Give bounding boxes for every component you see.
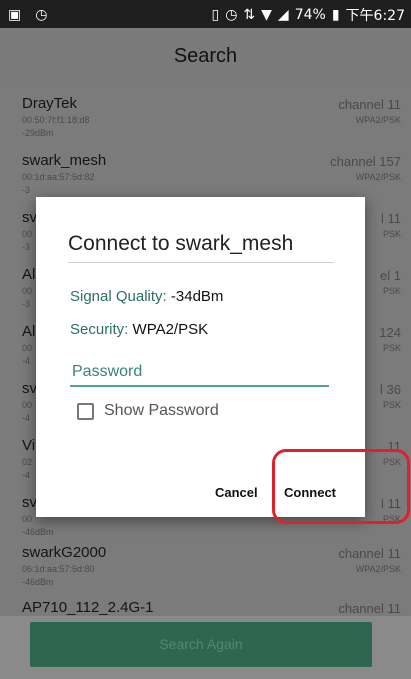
network-signal: -46dBm <box>22 527 54 537</box>
signal-quality-label: Signal Quality: <box>70 288 171 305</box>
network-ssid: swarkG2000 <box>22 544 107 561</box>
network-channel: channel 11 <box>338 601 401 616</box>
network-security: WPA2/PSK <box>355 115 401 125</box>
data-arrows-icon: ⇅ <box>243 7 256 23</box>
search-again-button[interactable]: Search Again <box>30 622 372 667</box>
dialog-title: Connect to swark_mesh <box>68 232 294 255</box>
connect-dialog: Connect to swark_mesh Signal Quality: -3… <box>36 197 365 517</box>
image-icon: ▣ <box>8 6 22 22</box>
network-channel: channel 11 <box>338 546 401 561</box>
password-input[interactable] <box>70 361 329 387</box>
show-password-toggle[interactable]: Show Password <box>77 402 219 420</box>
network-channel: channel 157 <box>330 154 401 169</box>
network-channel: l 36 <box>380 382 401 397</box>
network-mac: 00 <box>22 343 33 353</box>
network-ssid: DrayTek <box>22 95 78 112</box>
network-mac: 00:50:7f:f1:18:d8 <box>22 115 90 125</box>
page-title: Search <box>173 45 238 67</box>
network-channel: 124 <box>379 325 401 340</box>
dialog-divider <box>68 262 334 263</box>
network-security: PSK <box>382 457 401 467</box>
network-mac: 00:1d:aa:57:5d:82 <box>22 172 95 182</box>
network-security: PSK <box>382 514 401 524</box>
network-signal: -4 <box>22 413 31 423</box>
clock: 下午6:27 <box>345 8 405 24</box>
network-mac: 00 <box>22 229 33 239</box>
network-mac: 00 <box>22 286 33 296</box>
network-ssid: Al <box>22 323 36 340</box>
network-signal: -3 <box>22 299 31 309</box>
alarm-clock-icon: ◷ <box>35 6 48 22</box>
network-channel: el 1 <box>380 268 401 283</box>
network-channel: channel 11 <box>338 97 401 112</box>
connect-button[interactable]: Connect <box>284 485 336 500</box>
status-bar: ▣ ◷ ▯ ◷ ⇅ ▼ ◢ 74% ▮ 下午6:27 <box>0 0 411 28</box>
battery-icon: ▮ <box>331 7 340 23</box>
network-ssid: sv <box>22 380 37 397</box>
network-ssid: Al <box>22 266 36 283</box>
network-ssid: AP710_112_2.4G-1 <box>22 599 154 616</box>
security-row: Security: WPA2/PSK <box>70 321 208 338</box>
network-mac: 06:1d:aa:57:5d:80 <box>22 564 95 574</box>
network-security: PSK <box>382 343 401 353</box>
network-signal: -46dBm <box>22 577 54 587</box>
network-security: WPA2/PSK <box>355 564 401 574</box>
cancel-button[interactable]: Cancel <box>215 485 258 500</box>
network-channel: l 11 <box>381 211 401 226</box>
network-signal: -29dBm <box>22 128 54 138</box>
network-channel: l 11 <box>381 496 401 511</box>
show-password-label: Show Password <box>104 402 219 419</box>
signal-quality-value: -34dBm <box>170 288 224 305</box>
signal-quality-row: Signal Quality: -34dBm <box>70 288 223 305</box>
bottom-bar: Search Again <box>0 616 411 679</box>
network-signal: -4 <box>22 356 31 366</box>
network-ssid: Vi <box>22 437 36 454</box>
signal-icon: ◢ <box>277 7 289 23</box>
network-mac: 00 <box>22 514 33 524</box>
network-signal: -3 <box>22 185 31 195</box>
network-channel: 11 <box>387 439 402 454</box>
show-password-checkbox[interactable] <box>77 402 94 420</box>
vibrate-icon: ▯ <box>211 7 220 23</box>
network-security: PSK <box>382 400 401 410</box>
network-security: PSK <box>382 229 401 239</box>
network-security: PSK <box>382 286 401 296</box>
network-signal: -4 <box>22 470 31 480</box>
network-mac: 02 <box>22 457 33 467</box>
network-ssid: sv <box>22 209 37 226</box>
network-security: WPA2/PSK <box>355 172 401 182</box>
network-ssid: swark_mesh <box>22 152 107 169</box>
alarm-icon: ◷ <box>225 7 238 23</box>
security-value: WPA2/PSK <box>132 321 209 338</box>
network-ssid: sv <box>22 494 37 511</box>
network-signal: -3 <box>22 242 31 252</box>
battery-percent: 74% <box>294 7 326 23</box>
network-mac: 00 <box>22 400 33 410</box>
security-label: Security: <box>70 321 133 338</box>
app-bar: Search <box>0 28 411 84</box>
wifi-icon: ▼ <box>261 7 272 23</box>
